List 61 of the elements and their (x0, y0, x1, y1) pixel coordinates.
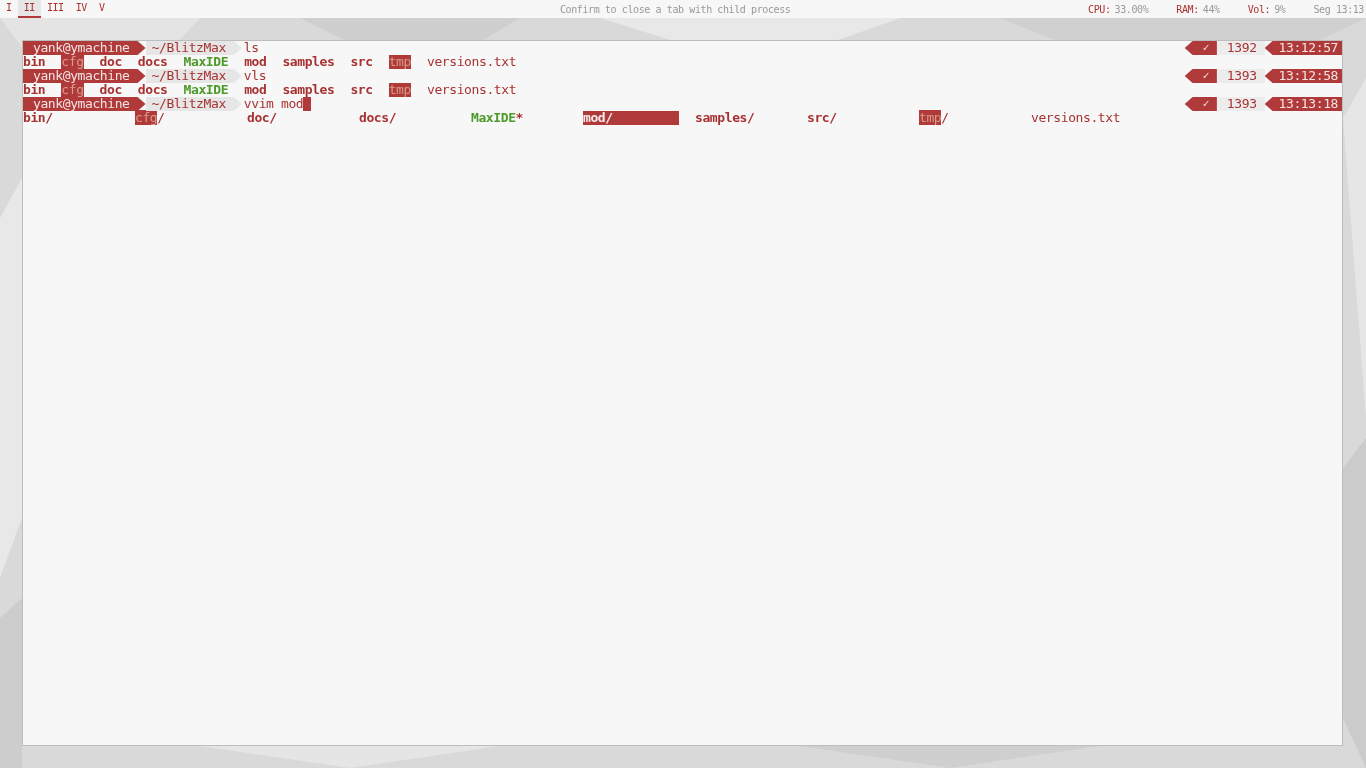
file-name: MaxIDE* (471, 110, 523, 125)
file-name: bin (23, 55, 46, 69)
file-name: docs (137, 55, 168, 69)
file-name: doc (99, 83, 122, 97)
file-name: src/ (807, 110, 837, 125)
stat-label: RAM: (1176, 2, 1199, 17)
file-name: doc/ (247, 110, 277, 125)
stat-value: 44% (1202, 2, 1220, 17)
file-name: src (350, 83, 373, 97)
history-number: 1393 (1216, 69, 1265, 83)
completion-item[interactable]: mod/ (583, 111, 679, 125)
file-name: samples (282, 55, 335, 69)
file-name: samples/ (695, 110, 755, 125)
history-number: 1392 (1216, 41, 1265, 55)
history-number: 1393 (1216, 97, 1265, 111)
stat-value: 33.00% (1114, 2, 1149, 17)
status-segment: ✓ (1184, 97, 1217, 111)
file-name: tmp (388, 55, 411, 69)
file-name: versions.txt (426, 83, 517, 97)
file-name: versions.txt (1031, 110, 1121, 125)
command-text: vls (243, 69, 267, 83)
user-segment: yank@ymachine (23, 69, 146, 83)
status-segment: ✓ (1184, 69, 1217, 83)
file-name: tmp/ (919, 110, 949, 125)
workspace-tab[interactable]: I (0, 0, 18, 18)
file-name: bin/ (23, 110, 53, 125)
workspace-tab[interactable]: IV (69, 0, 93, 18)
path-segment: ~/BlitzMax (145, 69, 242, 83)
workspace-tab[interactable]: III (40, 0, 70, 18)
stat-label: Vol: (1247, 2, 1271, 17)
file-name: cfg/ (135, 110, 165, 125)
file-name: mod (244, 55, 267, 69)
workspace-tab[interactable]: II (17, 0, 41, 18)
time-segment: 13:12:57 (1264, 41, 1342, 55)
user-segment: yank@ymachine (23, 41, 146, 55)
file-name: doc (99, 55, 122, 69)
file-name: samples (282, 83, 335, 97)
time-segment: 13:13:18 (1264, 97, 1342, 111)
file-name: bin (23, 83, 46, 97)
file-name: mod (244, 83, 267, 97)
file-name: versions.txt (426, 55, 517, 69)
command-text: vvim mod (243, 97, 304, 111)
file-name: docs/ (359, 110, 397, 125)
stat-value: 9% (1274, 2, 1286, 17)
command-text: ls (243, 41, 259, 55)
file-name: tmp (388, 83, 411, 97)
file-name: docs (137, 83, 168, 97)
path-segment: ~/BlitzMax (145, 41, 242, 55)
file-name: cfg (61, 55, 84, 69)
file-name: MaxIDE (183, 83, 229, 97)
window-title: Confirm to close a tab with child process (560, 2, 791, 17)
time-segment: 13:12:58 (1264, 69, 1342, 83)
file-name: cfg (61, 83, 84, 97)
clock: Seg 13:13 (1313, 2, 1364, 17)
workspace-tab[interactable]: V (93, 0, 111, 18)
stat-label: CPU: (1088, 2, 1111, 17)
status-segment: ✓ (1184, 41, 1217, 55)
path-segment: ~/BlitzMax (145, 97, 242, 111)
file-name: src (350, 55, 373, 69)
file-name: MaxIDE (183, 55, 229, 69)
user-segment: yank@ymachine (23, 97, 146, 111)
